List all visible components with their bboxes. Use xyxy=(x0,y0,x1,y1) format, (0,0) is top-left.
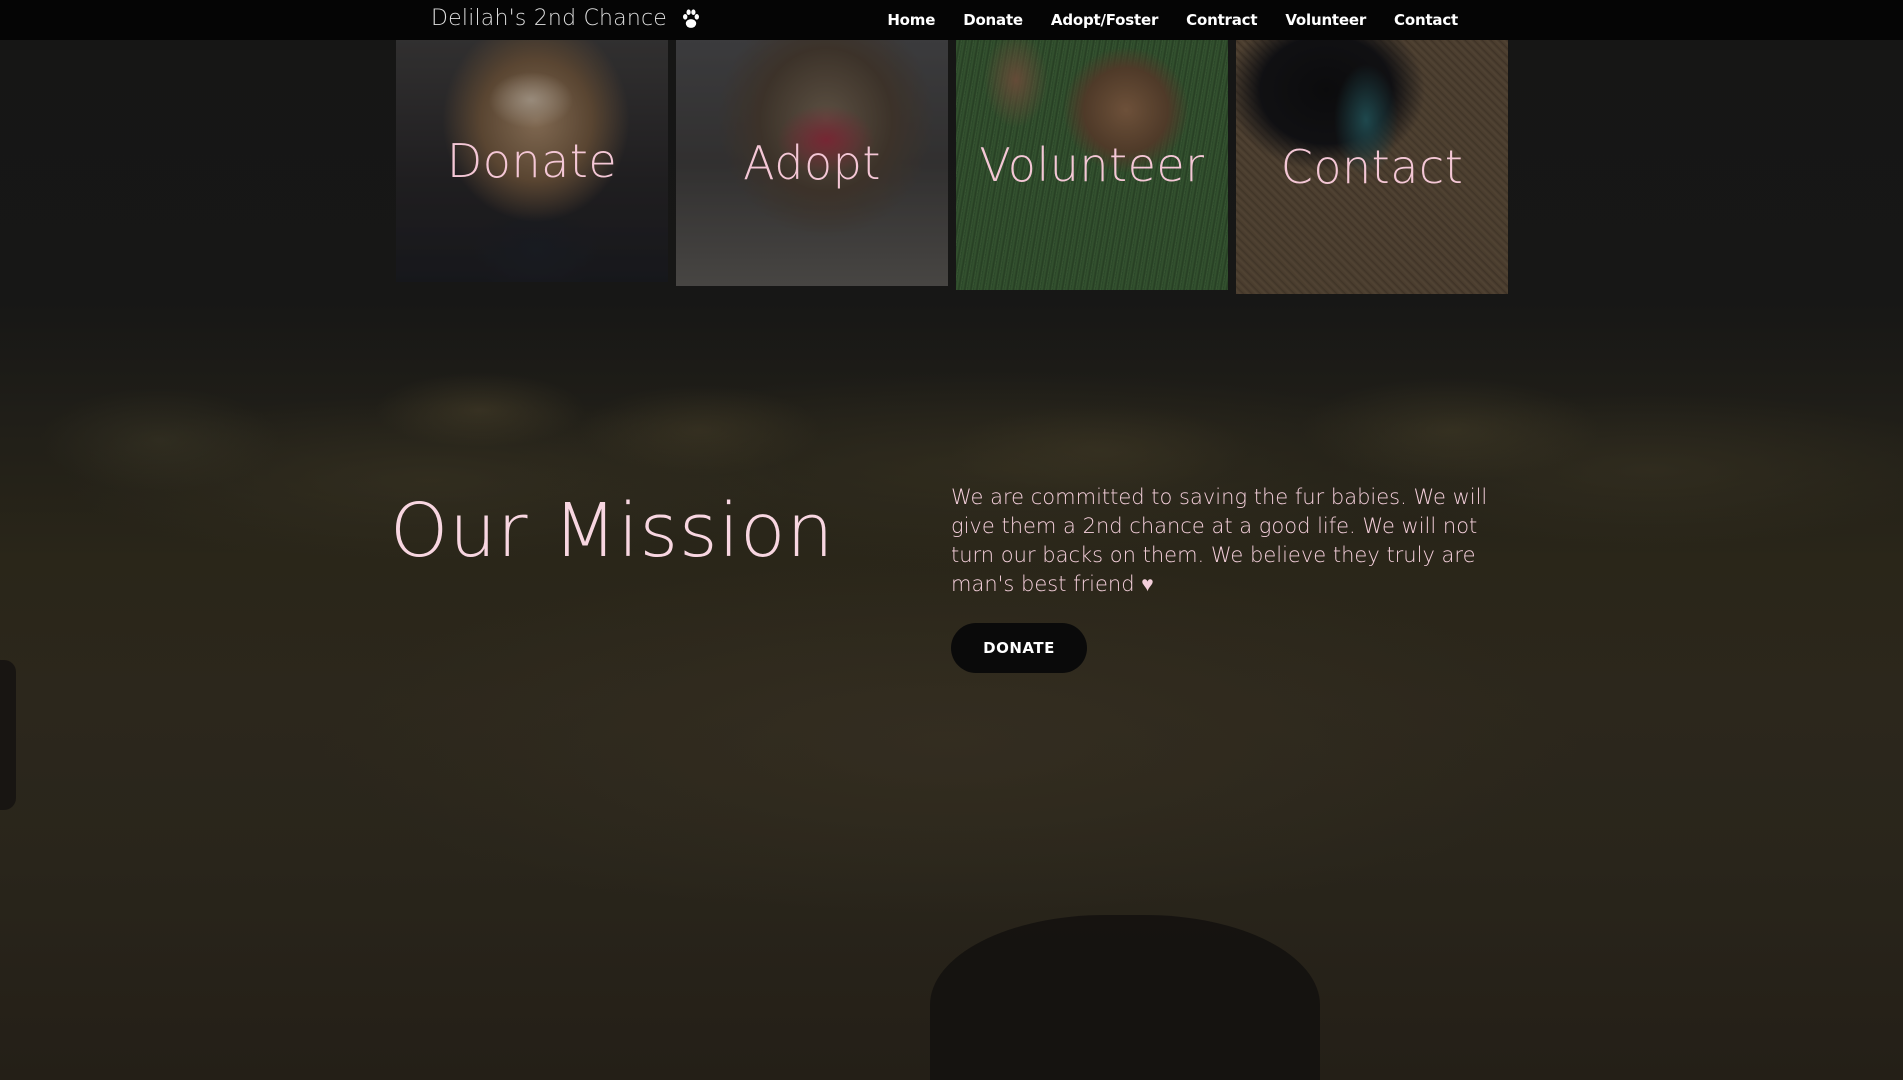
nav-donate[interactable]: Donate xyxy=(963,11,1023,29)
brand-name: Delilah's 2nd Chance xyxy=(431,6,667,31)
tile-adopt[interactable]: Adopt xyxy=(676,40,948,286)
brand-link[interactable]: Delilah's 2nd Chance xyxy=(431,6,703,31)
tile-volunteer[interactable]: Volunteer xyxy=(956,40,1228,290)
nav-adopt-foster[interactable]: Adopt/Foster xyxy=(1051,11,1158,29)
nav-home[interactable]: Home xyxy=(887,11,935,29)
feature-tiles: Donate Adopt Volunteer Contact xyxy=(396,40,1508,300)
tile-contact[interactable]: Contact xyxy=(1236,40,1508,294)
tile-adopt-label: Adopt xyxy=(743,136,881,190)
nav-contact[interactable]: Contact xyxy=(1394,11,1458,29)
tile-donate-label: Donate xyxy=(446,134,618,188)
mission-title: Our Mission xyxy=(390,488,835,574)
mission-text: We are committed to saving the fur babie… xyxy=(951,485,1488,596)
nav-volunteer[interactable]: Volunteer xyxy=(1285,11,1366,29)
tile-volunteer-label: Volunteer xyxy=(979,138,1205,192)
background-silhouette-left xyxy=(0,660,16,810)
paw-icon xyxy=(683,8,699,28)
tile-contact-label: Contact xyxy=(1280,140,1464,194)
nav-contract[interactable]: Contract xyxy=(1186,11,1257,29)
donate-button[interactable]: DONATE xyxy=(951,623,1087,673)
tile-donate[interactable]: Donate xyxy=(396,40,668,282)
navbar: Delilah's 2nd Chance Home Donate Adopt/F… xyxy=(0,0,1903,40)
background-dog-silhouette xyxy=(930,915,1320,1080)
main-nav: Home Donate Adopt/Foster Contract Volunt… xyxy=(887,0,1458,40)
